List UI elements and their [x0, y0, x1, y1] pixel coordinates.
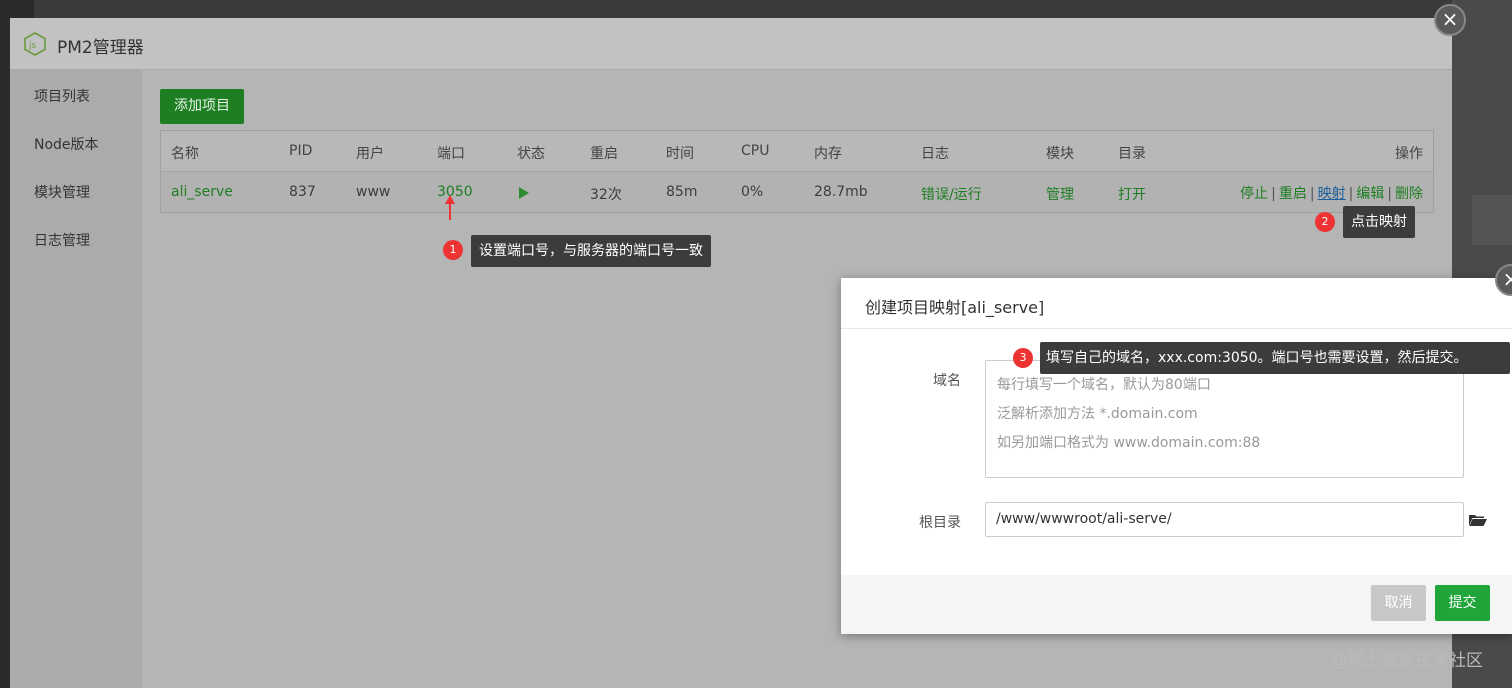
root-dir-input[interactable]: /www/wwwroot/ali-serve/ — [985, 502, 1464, 537]
separator: | — [1387, 186, 1392, 202]
column-header-module: 模块 — [1046, 146, 1074, 162]
module-manage-link[interactable]: 管理 — [1046, 184, 1074, 204]
column-header-time: 时间 — [666, 146, 694, 162]
add-project-button[interactable]: 添加项目 — [160, 89, 244, 124]
project-cpu: 0% — [741, 184, 764, 200]
svg-text:js: js — [28, 41, 37, 51]
column-header-user: 用户 — [356, 146, 384, 162]
domain-placeholder-line: 如另加端口格式为 www.domain.com:88 — [997, 435, 1261, 451]
separator: | — [1348, 186, 1354, 202]
table-header: 名称 PID 用户 端口 状态 重启 时间 CPU 内存 日志 模块 目录 操作 — [161, 131, 1433, 172]
annotation-badge-3: 3 — [1013, 348, 1033, 368]
dialog-header: 创建项目映射[ali_serve] — [841, 278, 1512, 329]
domain-textarea[interactable]: 每行填写一个域名，默认为80端口 泛解析添加方法 *.domain.com 如另… — [985, 360, 1464, 478]
column-header-log: 日志 — [921, 146, 949, 162]
operations-group: 停止 | 重启 | 映射 | 编辑 | 删除 — [1240, 183, 1423, 203]
open-dir-link[interactable]: 打开 — [1118, 184, 1146, 204]
column-header-ops: 操作 — [1395, 146, 1423, 162]
domain-label: 域名 — [933, 373, 961, 389]
sidebar-item-module-management[interactable]: 模块管理 — [34, 182, 90, 202]
sidebar-item-log-management[interactable]: 日志管理 — [34, 230, 90, 250]
nodejs-logo-icon: js — [24, 32, 46, 56]
column-header-status: 状态 — [517, 146, 545, 162]
stop-link[interactable]: 停止 — [1240, 186, 1268, 202]
column-header-memory: 内存 — [814, 146, 842, 162]
project-name[interactable]: ali_serve — [171, 184, 233, 200]
window-close-icon[interactable]: × — [1434, 4, 1466, 36]
project-restarts: 32次 — [590, 187, 622, 203]
project-user: www — [356, 184, 391, 200]
create-mapping-dialog: 创建项目映射[ali_serve] × 域名 每行填写一个域名，默认为80端口 … — [841, 264, 1512, 634]
sidebar-item-node-version[interactable]: Node版本 — [34, 134, 99, 154]
window-header: js PM2管理器 — [10, 18, 1452, 70]
mapping-link[interactable]: 映射 — [1318, 186, 1346, 202]
window-title: PM2管理器 — [57, 38, 144, 58]
log-link[interactable]: 错误/运行 — [921, 184, 982, 204]
dialog-footer: 取消 提交 — [841, 575, 1512, 634]
watermark: @稀土掘金技术社区 — [1330, 651, 1483, 671]
column-header-port: 端口 — [437, 146, 465, 162]
root-dir-label: 根目录 — [919, 515, 961, 531]
background-bar — [1472, 195, 1512, 245]
column-header-pid: PID — [289, 143, 313, 159]
domain-placeholder-line: 每行填写一个域名，默认为80端口 — [997, 377, 1211, 393]
project-pid: 837 — [289, 184, 316, 200]
project-time: 85m — [666, 184, 698, 200]
folder-open-icon[interactable] — [1469, 514, 1487, 526]
project-table: 名称 PID 用户 端口 状态 重启 时间 CPU 内存 日志 模块 目录 操作… — [160, 130, 1434, 213]
restart-link[interactable]: 重启 — [1279, 186, 1307, 202]
dialog-title: 创建项目映射[ali_serve] — [865, 298, 1045, 317]
column-header-cpu: CPU — [741, 143, 770, 159]
annotation-tooltip-1: 设置端口号，与服务器的端口号一致 — [471, 235, 711, 267]
annotation-arrow — [449, 200, 451, 220]
column-header-restarts: 重启 — [590, 146, 618, 162]
separator: | — [1309, 186, 1315, 202]
project-memory: 28.7mb — [814, 184, 868, 200]
delete-link[interactable]: 删除 — [1395, 186, 1423, 202]
annotation-tooltip-2: 点击映射 — [1343, 206, 1415, 238]
annotation-badge-2: 2 — [1315, 212, 1335, 232]
cancel-button[interactable]: 取消 — [1371, 585, 1426, 621]
column-header-name: 名称 — [171, 146, 199, 162]
domain-placeholder-line: 泛解析添加方法 *.domain.com — [997, 406, 1198, 422]
submit-button[interactable]: 提交 — [1435, 585, 1490, 621]
column-header-dir: 目录 — [1118, 146, 1146, 162]
annotation-badge-1: 1 — [443, 240, 463, 260]
sidebar: 项目列表 Node版本 模块管理 日志管理 — [10, 70, 142, 688]
play-icon — [519, 187, 529, 199]
edit-link[interactable]: 编辑 — [1356, 186, 1384, 202]
sidebar-item-project-list[interactable]: 项目列表 — [34, 86, 90, 106]
separator: | — [1271, 186, 1276, 202]
annotation-tooltip-3: 填写自己的域名，xxx.com:3050。端口号也需要设置，然后提交。 — [1040, 342, 1510, 374]
